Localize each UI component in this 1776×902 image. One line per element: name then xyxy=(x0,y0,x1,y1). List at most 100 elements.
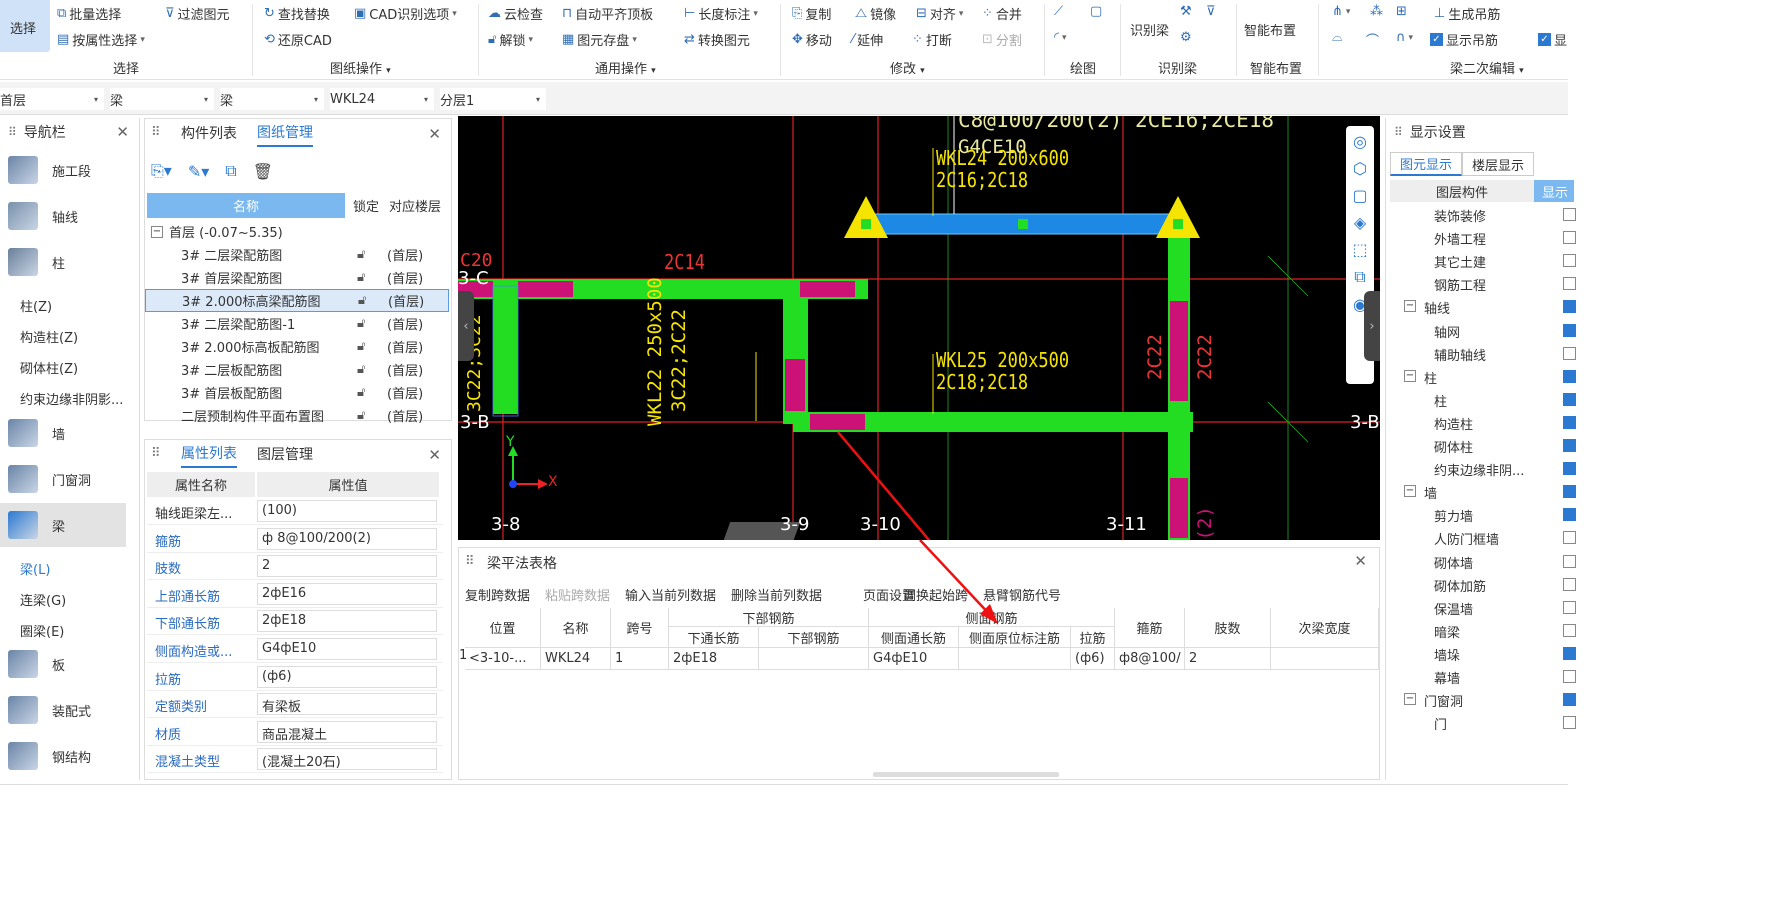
checkbox-icon[interactable] xyxy=(1563,531,1576,545)
cell-stirrup[interactable]: ф8@100/ xyxy=(1115,648,1185,670)
cell-name[interactable]: WKL24 xyxy=(541,648,611,670)
3d-view-icon[interactable]: ⬡ xyxy=(1353,159,1367,178)
nav-sub-column-1[interactable]: 构造柱(Z) xyxy=(20,327,78,346)
property-value[interactable]: 2 xyxy=(257,555,437,578)
property-value[interactable]: 2фE16 xyxy=(257,582,437,605)
checkbox-checked-icon[interactable] xyxy=(1563,300,1576,314)
drawing-row[interactable]: 3# 首层梁配筋图 🔓︎ (首层) xyxy=(145,266,449,289)
collapse-icon[interactable]: − xyxy=(1404,369,1416,382)
nav-item-axis-grid[interactable]: 轴线 xyxy=(0,194,126,238)
find-replace-button[interactable]: ↻ 查找替换 xyxy=(264,4,330,23)
nav-item-prefab[interactable]: 装配式 xyxy=(0,688,126,732)
mirror-button[interactable]: ⧍ 镜像 xyxy=(855,4,896,23)
cell-secondary-width[interactable] xyxy=(1271,648,1379,670)
drawing-row[interactable]: 3# 二层梁配筋图-1 🔓︎ (首层) xyxy=(145,312,449,335)
gen-hanger-button[interactable]: ⊥ 生成吊筋 xyxy=(1434,4,1500,23)
identify-beam-button[interactable]: 识别梁 xyxy=(1130,20,1169,39)
collapse-icon[interactable]: − xyxy=(151,225,163,238)
checkbox-checked-icon[interactable] xyxy=(1563,323,1576,337)
drawing-row[interactable]: 二层预制构件平面布置图 🔓︎ (首层) xyxy=(145,404,449,427)
beam-tool-5[interactable]: ⌒ xyxy=(1366,30,1379,49)
show-hanger-toggle[interactable]: ✓ 显示吊筋 xyxy=(1430,30,1498,49)
checkbox-checked-icon[interactable] xyxy=(1563,462,1576,476)
smart-layout-button[interactable]: 智能布置 xyxy=(1244,20,1296,39)
select-by-property-button[interactable]: ▤ 按属性选择 ▾ xyxy=(57,30,145,49)
collapse-icon[interactable]: − xyxy=(1404,693,1416,706)
copy-drawing-icon[interactable]: ⧉ xyxy=(225,161,236,181)
auto-align-top-button[interactable]: ⊓ 自动平齐顶板 xyxy=(562,4,653,23)
cad-drawing[interactable] xyxy=(458,116,1380,540)
lock-icon[interactable]: 🔓︎ xyxy=(357,362,365,377)
orbit-icon[interactable]: ◎ xyxy=(1353,132,1367,151)
checkbox-checked-icon[interactable] xyxy=(1563,485,1576,499)
tab-layer-management[interactable]: 图层管理 xyxy=(257,440,313,468)
property-value[interactable]: 2фE18 xyxy=(257,610,437,633)
collapse-icon[interactable]: − xyxy=(1404,485,1416,498)
property-value[interactable]: G4фE10 xyxy=(257,638,437,660)
checkbox-checked-icon[interactable] xyxy=(1563,508,1576,522)
cell-legs[interactable]: 2 xyxy=(1185,648,1271,670)
collapse-right-icon[interactable]: › xyxy=(1364,291,1380,361)
nav-item-wall[interactable]: 墙 xyxy=(0,411,126,455)
copy-button[interactable]: ⎘ 复制 xyxy=(792,4,831,23)
cad-canvas[interactable]: C8@100/200(2) 2CE16;2CE18 G4CE10 WKL24 2… xyxy=(458,116,1380,540)
checkbox-icon[interactable] xyxy=(1563,577,1576,591)
select-button[interactable]: 选择 xyxy=(0,0,50,52)
split-button[interactable]: ⊡ 分割 xyxy=(982,30,1022,49)
cell-lower-rebar[interactable] xyxy=(759,648,869,670)
beam-tool-6[interactable]: ∩ ▾ xyxy=(1396,30,1413,45)
cell-tie[interactable]: (ф6) xyxy=(1071,648,1115,670)
checkbox-checked-icon[interactable] xyxy=(1563,646,1576,660)
table-action-button[interactable]: 粘贴跨数据 xyxy=(545,585,610,604)
filter-element-button[interactable]: ⊽ 过滤图元 xyxy=(165,4,230,23)
drawing-row[interactable]: 3# 2.000标高板配筋图 🔓︎ (首层) xyxy=(145,335,449,358)
convert-element-button[interactable]: ⇄ 转换图元 xyxy=(684,30,750,49)
tab-component-list[interactable]: 构件列表 xyxy=(181,119,237,147)
nav-sub-column-2[interactable]: 砌体柱(Z) xyxy=(20,358,78,377)
layer-view-icon[interactable]: ⧉ xyxy=(1354,267,1365,287)
table-action-button[interactable]: 删除当前列数据 xyxy=(731,585,822,604)
table-action-button[interactable]: 调换起始跨 xyxy=(903,585,968,604)
layer-select[interactable]: 分层1 ▾ xyxy=(440,88,546,110)
overflow-toggle[interactable]: ✓ 显 xyxy=(1538,30,1567,49)
line-draw-button[interactable]: ⟋ xyxy=(1054,4,1063,19)
checkbox-icon[interactable] xyxy=(1563,554,1576,568)
cell-span[interactable]: 1 xyxy=(611,648,669,670)
lock-icon[interactable]: 🔓︎ xyxy=(357,408,365,423)
restore-cad-button[interactable]: ⟲ 还原CAD xyxy=(264,30,332,49)
nav-item-beam[interactable]: 梁 xyxy=(0,503,126,547)
property-value[interactable]: (100) xyxy=(257,500,437,522)
lock-icon[interactable]: 🔓︎ xyxy=(358,293,366,308)
checkbox-icon[interactable] xyxy=(1563,254,1576,268)
edit-drawing-icon[interactable]: ✎▾ xyxy=(188,162,209,181)
add-drawing-icon[interactable]: ⎘▾ xyxy=(151,161,172,181)
delete-icon[interactable]: 🗑︎ xyxy=(253,162,273,181)
checkbox-checked-icon[interactable] xyxy=(1563,693,1576,707)
identify-tool-1[interactable]: ⚒ xyxy=(1180,4,1192,19)
close-icon[interactable]: ✕ xyxy=(116,123,129,141)
beam-tool-2[interactable]: ⁂ xyxy=(1370,4,1383,19)
nav-sub-beam-2[interactable]: 圈梁(E) xyxy=(20,621,64,640)
checkbox-icon[interactable] xyxy=(1563,231,1576,245)
collapse-icon[interactable]: − xyxy=(1404,300,1416,313)
drawing-row[interactable]: 3# 2.000标高梁配筋图 🔓︎ (首层) xyxy=(145,289,449,312)
drawing-row[interactable]: 3# 二层板配筋图 🔓︎ (首层) xyxy=(145,358,449,381)
tab-element-display[interactable]: 图元显示 xyxy=(1390,152,1462,176)
element-select[interactable]: WKL24 ▾ xyxy=(330,88,434,110)
property-value[interactable]: (ф6) xyxy=(257,665,437,688)
checkbox-checked-icon[interactable] xyxy=(1563,439,1576,452)
frame-icon[interactable]: ⬚ xyxy=(1352,240,1367,259)
extend-button[interactable]: ⁄ 延伸 xyxy=(852,30,883,49)
checkbox-icon[interactable] xyxy=(1563,208,1576,221)
beam-tool-1[interactable]: ⋔ ▾ xyxy=(1332,4,1350,19)
nav-item-door-window[interactable]: 门窗洞 xyxy=(0,457,126,501)
cube-icon[interactable]: ◈ xyxy=(1354,213,1366,232)
property-value[interactable]: 有梁板 xyxy=(257,693,437,716)
beam-tool-3[interactable]: ⊞ xyxy=(1396,4,1407,19)
cell-position[interactable]: <3-10-... xyxy=(465,648,541,670)
property-value[interactable]: 商品混凝土 xyxy=(257,720,437,743)
table-action-button[interactable]: 输入当前列数据 xyxy=(625,585,716,604)
cell-lower-through[interactable]: 2фE18 xyxy=(669,648,759,670)
close-icon[interactable]: ✕ xyxy=(428,446,441,464)
collapse-left-icon[interactable]: ‹ xyxy=(458,291,474,361)
